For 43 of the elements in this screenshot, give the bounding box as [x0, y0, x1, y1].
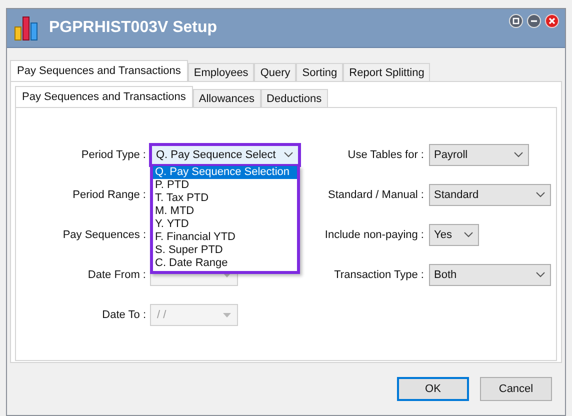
chevron-down-icon[interactable]	[536, 272, 545, 278]
field-label: Standard / Manual :	[326, 189, 424, 201]
dropdown-option[interactable]: F. Financial YTD	[153, 231, 297, 244]
tab[interactable]: Employees	[188, 63, 254, 81]
sub-tab[interactable]: Pay Sequences and Transactions	[15, 86, 193, 107]
sub-tab[interactable]: Deductions	[260, 89, 328, 107]
close-icon[interactable]	[545, 14, 559, 28]
tab[interactable]: Sorting	[296, 63, 344, 81]
dropdown-option[interactable]: C. Date Range	[153, 257, 297, 270]
tab[interactable]: Pay Sequences and Transactions	[10, 60, 188, 81]
dropdown-option[interactable]: M. MTD	[153, 205, 297, 218]
field-label: Include non-paying :	[324, 229, 424, 241]
field-label: Date To :	[101, 309, 146, 321]
tab[interactable]: Report Splitting	[343, 63, 430, 81]
dropdown-field[interactable]: Both	[429, 264, 551, 286]
tab[interactable]: Query	[254, 63, 296, 81]
dropdown-field[interactable]: Standard	[429, 184, 551, 206]
field-label: Transaction Type :	[333, 269, 424, 281]
cancel-button[interactable]: Cancel	[480, 377, 552, 401]
sub-tab[interactable]: Allowances	[192, 89, 261, 107]
dropdown-option[interactable]: Y. YTD	[153, 218, 297, 231]
dropdown-field[interactable]: Yes	[429, 224, 479, 246]
ok-button[interactable]: OK	[397, 377, 469, 401]
dropdown-option[interactable]: Q. Pay Sequence Selection	[153, 166, 297, 179]
chevron-down-icon[interactable]	[536, 192, 545, 198]
dropdown-value: Q. Pay Sequence Select	[156, 149, 277, 161]
window-title: PGPRHIST003V Setup	[49, 19, 218, 37]
dropdown-option[interactable]: S. Super PTD	[153, 244, 297, 257]
field-label: Use Tables for :	[346, 149, 424, 161]
dropdown-option[interactable]: T. Tax PTD	[153, 192, 297, 205]
field-label: Pay Sequences :	[62, 229, 146, 241]
restore-icon[interactable]	[509, 14, 523, 28]
dropdown-arrow-icon[interactable]	[223, 272, 231, 278]
chevron-down-icon[interactable]	[284, 152, 293, 158]
bar-chart-icon	[13, 15, 39, 41]
chevron-down-icon[interactable]	[514, 152, 523, 158]
dropdown-option[interactable]: P. PTD	[153, 179, 297, 192]
field-label: Date From :	[86, 269, 146, 281]
field-label: Period Type :	[80, 149, 146, 161]
field-label: Period Range :	[72, 189, 146, 201]
minimize-icon[interactable]	[527, 14, 541, 28]
dropdown-field[interactable]: Payroll	[429, 144, 529, 166]
chevron-down-icon[interactable]	[464, 232, 473, 238]
